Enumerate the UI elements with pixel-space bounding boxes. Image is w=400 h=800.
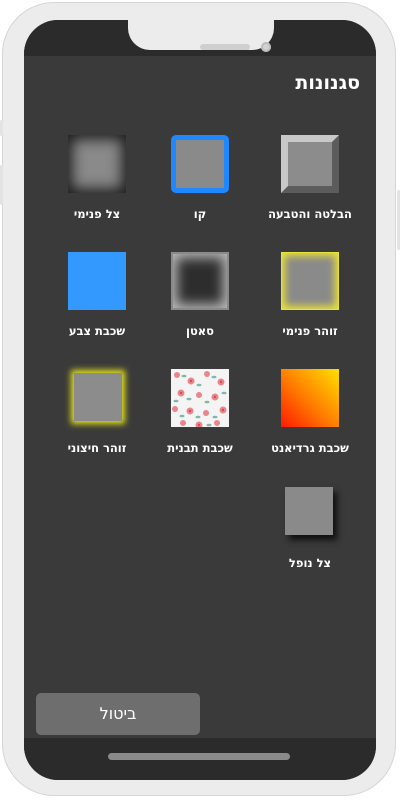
gradient-overlay-preview (281, 369, 339, 427)
color-overlay-preview (68, 252, 126, 310)
inner-shadow-preview (68, 135, 126, 193)
style-gradient-overlay[interactable]: שכבת גרדיאנט (260, 369, 360, 479)
stroke-preview (171, 135, 229, 193)
style-label: צל פנימי (73, 207, 121, 221)
style-satin[interactable]: סאטן (150, 252, 250, 362)
cancel-button[interactable]: ביטול (36, 693, 200, 735)
style-drop-shadow[interactable]: צל נופל (260, 487, 360, 597)
speaker-grille (200, 44, 250, 50)
style-label: שכבת צבע (68, 324, 126, 338)
style-label: שכבת תבנית (167, 441, 233, 455)
style-label: קו (193, 207, 207, 221)
outer-glow-preview (74, 373, 122, 421)
style-inner-shadow[interactable]: צל פנימי (47, 135, 147, 245)
style-outer-glow[interactable]: זוהר חיצוני (47, 369, 147, 479)
page-title: סגנונות (295, 72, 360, 94)
floral-pattern-icon (171, 369, 229, 427)
style-label: סאטן (186, 324, 214, 338)
inner-glow-preview (281, 252, 339, 310)
bevel-emboss-preview (281, 135, 339, 193)
satin-preview (171, 252, 229, 310)
style-label: זוהר פנימי (282, 324, 338, 338)
phone-side-button (0, 120, 3, 136)
style-bevel-emboss[interactable]: הבלטה והטבעה (260, 135, 360, 245)
style-stroke[interactable]: קו (150, 135, 250, 245)
front-camera (261, 42, 271, 52)
style-label: צל נופל (288, 556, 332, 570)
style-pattern-overlay[interactable]: שכבת תבנית (150, 369, 250, 479)
app-screen: סגנונות הבלטה והטבעה קו צל פנימי זוהר פנ… (24, 20, 376, 780)
style-label: זוהר חיצוני (67, 441, 127, 455)
bottom-bar (24, 738, 376, 780)
drop-shadow-preview (285, 487, 333, 535)
home-indicator[interactable] (108, 753, 290, 760)
pattern-overlay-preview (171, 369, 229, 427)
style-label: הבלטה והטבעה (268, 207, 352, 221)
phone-side-button (0, 165, 3, 205)
style-inner-glow[interactable]: זוהר פנימי (260, 252, 360, 362)
style-label: שכבת גרדיאנט (271, 441, 349, 455)
style-color-overlay[interactable]: שכבת צבע (47, 252, 147, 362)
